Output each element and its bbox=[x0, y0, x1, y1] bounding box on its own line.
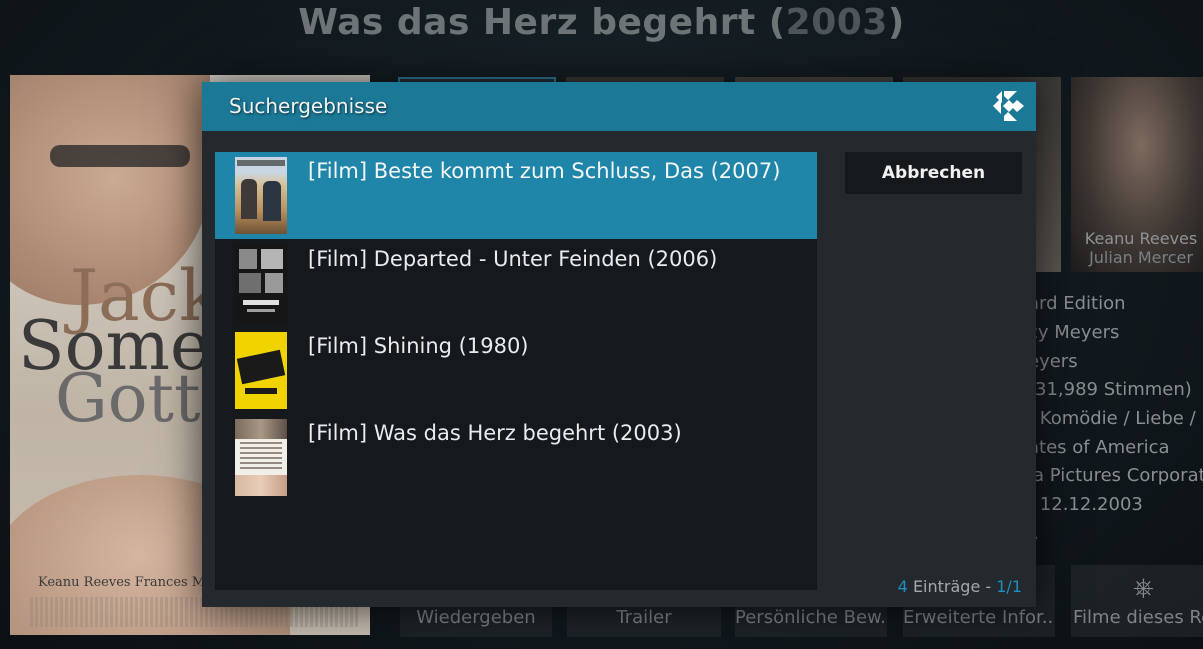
result-thumbnail bbox=[235, 157, 287, 234]
kodi-screen: Was das Herz begehrt (2003) Jack Someth … bbox=[0, 0, 1203, 649]
result-thumbnail bbox=[235, 332, 287, 409]
cast-actor-name: Keanu Reeves bbox=[1084, 229, 1198, 248]
poster-cast-line: Keanu Reeves Frances Mc bbox=[38, 575, 213, 590]
result-item[interactable]: [Film] Beste kommt zum Schluss, Das (200… bbox=[215, 152, 817, 239]
dialog-header: Suchergebnisse bbox=[202, 82, 1036, 131]
poster-glasses-detail bbox=[50, 145, 190, 167]
result-thumbnail bbox=[235, 419, 287, 496]
item-count: 4 Einträge - 1/1 bbox=[897, 577, 1022, 596]
result-label: [Film] Beste kommt zum Schluss, Das (200… bbox=[308, 159, 781, 183]
result-thumbnail bbox=[235, 245, 287, 322]
results-list: [Film] Beste kommt zum Schluss, Das (200… bbox=[215, 152, 817, 590]
info-line: ates of America bbox=[1028, 437, 1170, 458]
info-line: / Komödie / Liebe / R... bbox=[1028, 408, 1203, 429]
cancel-button[interactable]: Abbrechen bbox=[845, 152, 1022, 194]
kodi-logo-icon bbox=[993, 91, 1024, 121]
info-line: (31,989 Stimmen) bbox=[1028, 379, 1192, 400]
result-label: [Film] Departed - Unter Feinden (2006) bbox=[308, 247, 718, 271]
info-line: ard Edition bbox=[1028, 293, 1126, 314]
director-movies-button[interactable]: ⎈ Filme dieses Reg bbox=[1071, 565, 1203, 637]
result-item[interactable]: [Film] Was das Herz begehrt (2003) bbox=[215, 414, 817, 501]
result-item[interactable]: [Film] Departed - Unter Feinden (2006) bbox=[215, 240, 817, 327]
search-results-dialog: Suchergebnisse [Film] Beste kommt zum Sc… bbox=[202, 82, 1036, 607]
director-movies-label: Filme dieses Reg bbox=[1073, 607, 1203, 628]
result-item[interactable]: [Film] Shining (1980) bbox=[215, 327, 817, 414]
movie-title: Was das Herz begehrt (2003) bbox=[298, 2, 905, 43]
result-label: [Film] Was das Herz begehrt (2003) bbox=[308, 421, 682, 445]
cast-role-name: Julian Mercer bbox=[1089, 248, 1193, 267]
dialog-title: Suchergebnisse bbox=[229, 94, 388, 118]
result-label: [Film] Shining (1980) bbox=[308, 334, 529, 358]
info-line: cy Meyers bbox=[1028, 322, 1120, 343]
info-line: ia Pictures Corporati... bbox=[1028, 465, 1203, 486]
info-line-release-date: : 12.12.2003 bbox=[1028, 494, 1143, 515]
director-chair-icon: ⎈ bbox=[1133, 573, 1154, 603]
